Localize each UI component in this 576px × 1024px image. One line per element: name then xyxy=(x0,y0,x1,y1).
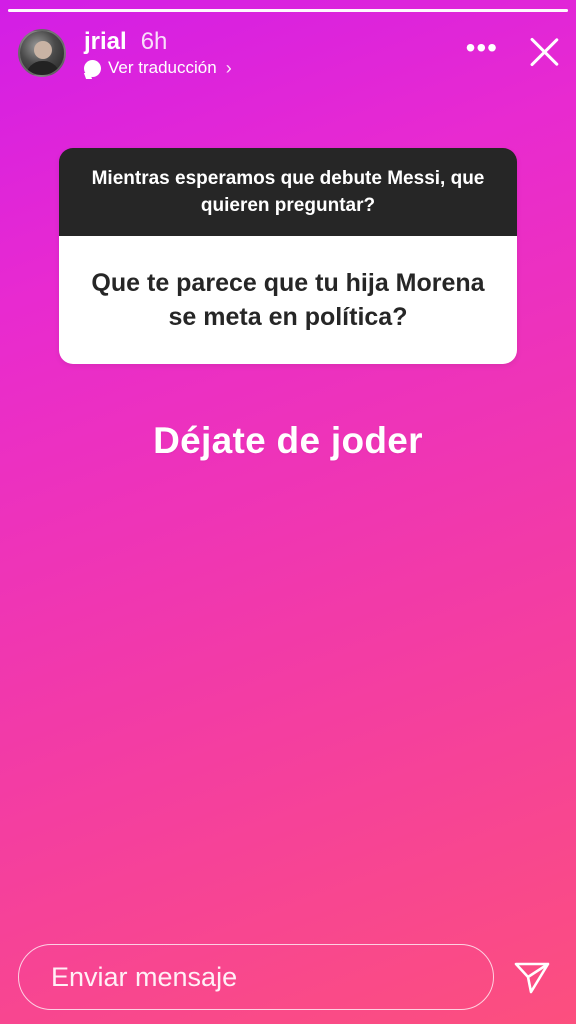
story-meta-top: jrial 6h xyxy=(84,28,232,56)
speech-bubble-icon xyxy=(84,59,101,77)
story-progress-bar xyxy=(8,9,568,12)
avatar[interactable] xyxy=(18,29,66,77)
answer-text: Déjate de joder xyxy=(153,420,423,461)
story-time: 6h xyxy=(140,27,168,55)
username[interactable]: jrial xyxy=(84,28,127,56)
story-meta: jrial 6h Ver traducción › xyxy=(84,28,232,79)
question-sticker: Mientras esperamos que debute Messi, que… xyxy=(59,148,517,364)
chevron-right-icon: › xyxy=(225,57,232,78)
paper-plane-icon[interactable] xyxy=(512,958,552,998)
question-prompt: Mientras esperamos que debute Messi, que… xyxy=(59,148,517,236)
send-message-input[interactable] xyxy=(18,944,494,1010)
translate-label: Ver traducción xyxy=(108,58,217,77)
translate-link[interactable]: Ver traducción › xyxy=(84,58,232,79)
story-progress-fill xyxy=(8,9,568,12)
more-dots-icon[interactable]: ••• xyxy=(466,34,498,62)
question-text: Que te parece que tu hija Morena se meta… xyxy=(59,236,517,364)
close-icon[interactable] xyxy=(526,34,562,70)
